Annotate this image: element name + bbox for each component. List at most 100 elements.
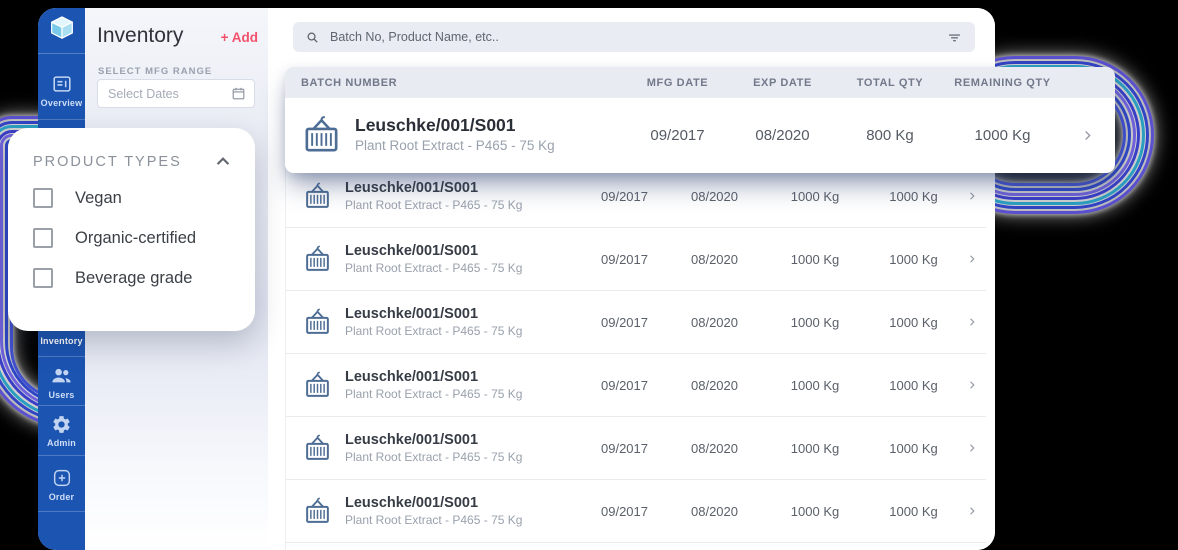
highlighted-row[interactable]: Leuschke/001/S001 Plant Root Extract - P… — [285, 98, 1115, 173]
chevron-right-icon[interactable] — [1060, 128, 1115, 143]
batch-number: Leuschke/001/S001 — [355, 115, 516, 136]
batch-table: Leuschke/001/S001 Plant Root Extract - P4… — [285, 165, 986, 550]
column-batch-number: BATCH NUMBER — [301, 76, 398, 89]
app-logo[interactable] — [38, 8, 85, 54]
sidebar-item-label: Inventory — [40, 335, 83, 346]
table-header: BATCH NUMBER MFG DATE EXP DATE TOTAL QTY… — [285, 67, 1115, 98]
sidebar-item-label: Admin — [47, 438, 76, 448]
column-remaining-qty: REMAINING QTY — [954, 76, 1051, 89]
product-types-panel: PRODUCT TYPES Vegan Organic-certified Beve… — [8, 128, 255, 331]
cell-remaining-qty: 1000 Kg — [889, 314, 938, 330]
cell-total-qty: 1000 Kg — [790, 251, 840, 267]
cell-mfg-date: 09/2017 — [601, 503, 648, 519]
order-icon — [51, 467, 73, 489]
cell-remaining-qty: 1000 Kg — [889, 440, 938, 456]
table-row[interactable]: Leuschke/001/S001Plant Root Extract - P4… — [286, 480, 986, 543]
filter-icon[interactable] — [946, 29, 963, 46]
sidebar-item-label: Order — [48, 491, 75, 502]
cell-mfg-date: 09/2017 — [601, 377, 648, 393]
table-row[interactable]: Leuschke/001/S001Plant Root Extract - P4… — [286, 543, 986, 550]
chevron-right-icon[interactable] — [958, 190, 986, 202]
chevron-up-icon[interactable] — [213, 152, 233, 172]
cell-mfg-date: 09/2017 — [601, 188, 648, 204]
cell-remaining-qty: 1000 Kg — [889, 503, 938, 519]
product-name: Plant Root Extract - P465 - 75 Kg — [345, 386, 523, 401]
calendar-icon[interactable] — [231, 86, 246, 101]
overview-icon — [51, 73, 73, 95]
table-row[interactable]: Leuschke/001/S001Plant Root Extract - P4… — [286, 291, 986, 354]
cell-exp-date: 08/2020 — [691, 377, 738, 393]
product-name: Plant Root Extract - P465 - 75 Kg — [345, 260, 523, 275]
sidebar-item-admin[interactable]: Admin — [38, 407, 85, 456]
product-types-title: PRODUCT TYPES — [33, 154, 182, 170]
page-title: Inventory — [97, 24, 184, 47]
table-row[interactable]: Leuschke/001/S001Plant Root Extract - P4… — [286, 228, 986, 291]
checkbox-label: Beverage grade — [75, 268, 193, 287]
container-icon — [303, 307, 332, 338]
table-row[interactable]: Leuschke/001/S001Plant Root Extract - P4… — [286, 354, 986, 417]
cell-mfg-date: 09/2017 — [601, 314, 648, 330]
table-row[interactable]: Leuschke/001/S001Plant Root Extract - P4… — [286, 417, 986, 480]
search-input[interactable] — [328, 29, 938, 45]
chevron-right-icon[interactable] — [958, 379, 986, 391]
column-exp-date: EXP DATE — [753, 76, 812, 89]
table-row[interactable]: Leuschke/001/S001Plant Root Extract - P4… — [286, 165, 986, 228]
cell-remaining-qty: 1000 Kg — [974, 127, 1031, 144]
admin-icon — [51, 414, 72, 435]
chevron-right-icon[interactable] — [958, 316, 986, 328]
cell-exp-date: 08/2020 — [691, 188, 738, 204]
cell-total-qty: 1000 Kg — [790, 314, 840, 330]
cell-exp-date: 08/2020 — [691, 503, 738, 519]
container-icon — [303, 496, 332, 527]
add-button[interactable]: + Add — [221, 30, 258, 45]
batch-number: Leuschke/001/S001 — [345, 305, 479, 322]
sidebar-item-overview[interactable]: Overview — [38, 61, 85, 120]
batch-number: Leuschke/001/S001 — [345, 494, 479, 511]
cell-remaining-qty: 1000 Kg — [889, 188, 938, 204]
batch-number: Leuschke/001/S001 — [345, 431, 479, 448]
search-bar[interactable] — [293, 22, 975, 52]
cell-total-qty: 1000 Kg — [790, 440, 840, 456]
cell-exp-date: 08/2020 — [755, 127, 810, 144]
cube-logo-icon — [47, 13, 77, 48]
users-icon — [50, 364, 73, 387]
sidebar-item-users[interactable]: Users — [38, 358, 85, 406]
sidebar-item-label: Overview — [40, 97, 83, 108]
cell-remaining-qty: 1000 Kg — [889, 251, 938, 267]
cell-total-qty: 1000 Kg — [790, 377, 840, 393]
column-total-qty: TOTAL QTY — [856, 76, 924, 89]
chevron-right-icon[interactable] — [958, 253, 986, 265]
sidebar-item-label: Users — [48, 389, 75, 400]
cell-remaining-qty: 1000 Kg — [889, 377, 938, 393]
product-name: Plant Root Extract - P465 - 75 Kg — [345, 197, 523, 212]
product-type-option: Beverage grade — [33, 268, 233, 288]
chevron-right-icon[interactable] — [958, 442, 986, 454]
container-icon — [301, 114, 342, 157]
product-name: Plant Root Extract - P465 - 75 Kg — [355, 138, 555, 154]
column-mfg-date: MFG DATE — [646, 76, 709, 89]
batch-number: Leuschke/001/S001 — [345, 242, 479, 259]
date-range-field[interactable] — [97, 79, 255, 108]
product-type-option: Organic-certified — [33, 228, 233, 248]
container-icon — [303, 181, 332, 212]
product-name: Plant Root Extract - P465 - 75 Kg — [345, 323, 523, 338]
product-name: Plant Root Extract - P465 - 75 Kg — [345, 512, 523, 527]
chevron-right-icon[interactable] — [958, 505, 986, 517]
container-icon — [303, 244, 332, 275]
container-icon — [303, 370, 332, 401]
highlighted-row-group: BATCH NUMBER MFG DATE EXP DATE TOTAL QTY… — [285, 67, 1115, 173]
cell-total-qty: 1000 Kg — [790, 188, 840, 204]
product-type-option: Vegan — [33, 188, 233, 208]
cell-mfg-date: 09/2017 — [650, 127, 705, 144]
checkbox-icon[interactable] — [33, 228, 53, 248]
mfg-range-label: SELECT MFG RANGE — [98, 66, 213, 77]
checkbox-icon[interactable] — [33, 188, 53, 208]
checkbox-icon[interactable] — [33, 268, 53, 288]
checkbox-label: Vegan — [75, 188, 122, 207]
sidebar-item-order[interactable]: Order — [38, 457, 85, 512]
batch-number: Leuschke/001/S001 — [345, 179, 479, 196]
date-range-input[interactable] — [106, 85, 231, 102]
container-icon — [303, 433, 332, 464]
batch-number: Leuschke/001/S001 — [345, 368, 479, 385]
cell-total-qty: 800 Kg — [866, 127, 914, 144]
